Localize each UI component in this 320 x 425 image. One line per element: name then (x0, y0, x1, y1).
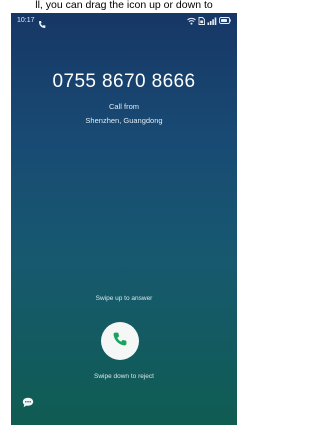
tutorial-caption: ll, you can drag the icon up or down to (35, 0, 213, 11)
phone-call-icon (38, 16, 46, 28)
tutorial-caption-bar: ll, you can drag the icon up or down to (0, 0, 248, 12)
incoming-call-screen: 10:17 0755 8670 8666 Call from Shenzhen,… (11, 13, 237, 425)
call-from-label: Call from (108, 102, 139, 111)
wifi-icon (187, 17, 196, 25)
caller-number: 0755 8670 8666 (52, 71, 196, 92)
status-bar: 10:17 (11, 13, 237, 29)
caller-location: Shenzhen, Guangdong (85, 116, 163, 125)
status-icons (187, 16, 231, 25)
message-bubble-icon[interactable] (22, 395, 34, 408)
battery-icon (219, 17, 231, 24)
signal-icon (207, 17, 217, 25)
sim-icon (198, 16, 205, 25)
answer-call-button[interactable] (101, 322, 139, 360)
status-time: 10:17 (17, 17, 35, 24)
swipe-up-hint: Swipe up to answer (95, 295, 153, 302)
swipe-down-hint: Swipe down to reject (94, 373, 154, 380)
phone-icon (112, 331, 128, 352)
